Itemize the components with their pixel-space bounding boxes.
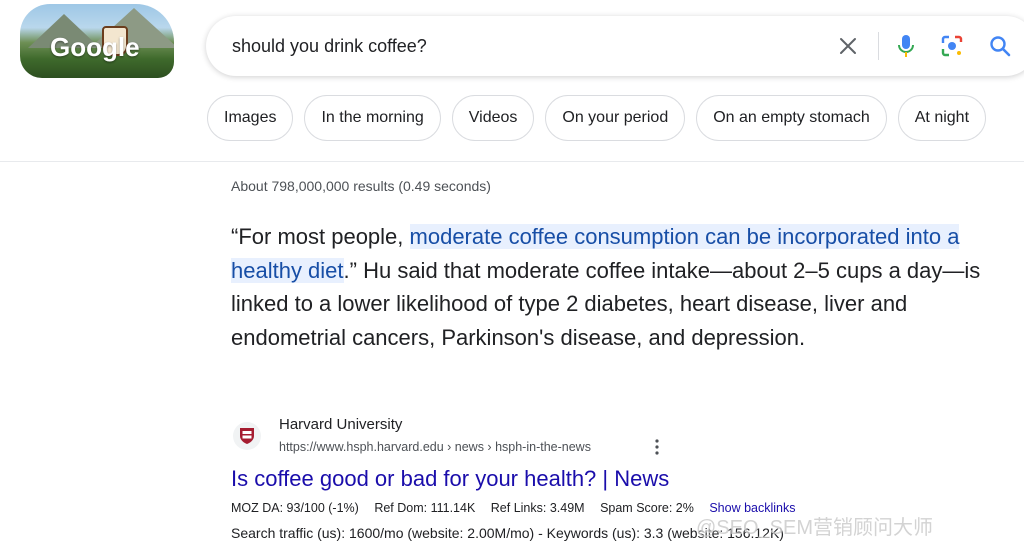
search-box (206, 16, 1024, 76)
google-doodle-logo[interactable]: Google (20, 4, 174, 78)
moz-da-metric: MOZ DA: 93/100 (-1%) (231, 501, 359, 515)
mic-icon[interactable] (894, 34, 918, 58)
doodle-logo-text: Google (50, 32, 140, 62)
watermark-text: @SEO_SEM营销顾问大师 (696, 517, 934, 539)
more-options-icon[interactable] (648, 437, 666, 457)
chip-on-your-period[interactable]: On your period (545, 95, 686, 141)
featured-snippet: “For most people, moderate coffee consum… (231, 220, 1001, 354)
ref-links-metric: Ref Links: 3.49M (490, 501, 585, 515)
search-header: Google should you drink coffee? Images I… (0, 0, 1024, 162)
chip-on-an-empty-stomach[interactable]: On an empty stomach (696, 95, 887, 141)
chip-videos[interactable]: Videos (451, 95, 535, 141)
result-title-link[interactable]: Is coffee good or bad for your health? |… (231, 466, 669, 492)
snippet-suffix: .” Hu said that moderate coffee intake—a… (231, 257, 981, 350)
harvard-shield-icon (233, 422, 261, 450)
results-stats: About 798,000,000 results (0.49 seconds) (231, 178, 491, 194)
search-input[interactable] (232, 34, 792, 58)
filter-chips: Images In the morning Videos On your per… (207, 95, 987, 141)
result-url[interactable]: https://www.hsph.harvard.edu › news › hs… (279, 440, 591, 454)
lens-icon[interactable] (940, 34, 964, 58)
search-icon[interactable] (988, 34, 1012, 58)
search-divider (878, 32, 879, 60)
spam-score-metric: Spam Score: 2% (600, 501, 694, 515)
close-icon[interactable] (836, 34, 860, 58)
chip-images[interactable]: Images (207, 95, 294, 141)
ref-dom-metric: Ref Dom: 111.14K (374, 501, 476, 515)
chip-in-the-morning[interactable]: In the morning (304, 95, 441, 141)
snippet-prefix: “For most people, (231, 224, 410, 249)
result-source-name[interactable]: Harvard University (279, 416, 402, 433)
chip-at-night[interactable]: At night (897, 95, 987, 141)
